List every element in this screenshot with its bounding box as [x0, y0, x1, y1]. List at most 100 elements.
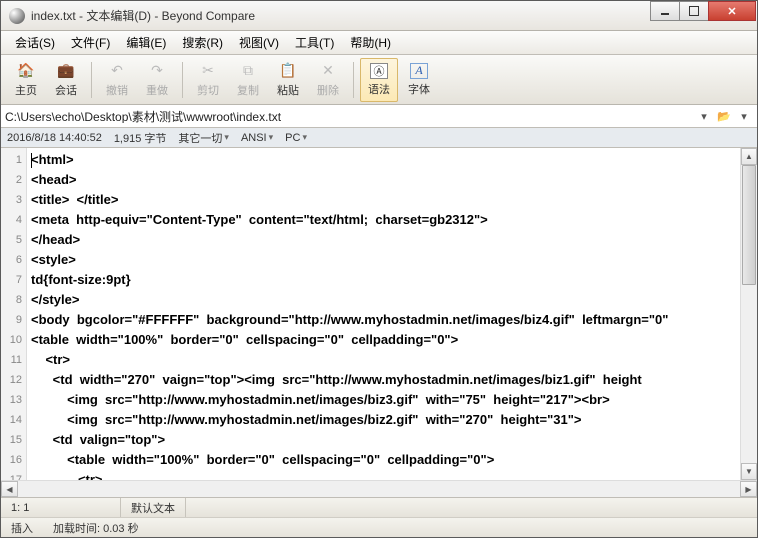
字体-icon: A [410, 63, 428, 79]
window-controls [651, 1, 756, 21]
会话-icon: 💼 [57, 62, 75, 80]
toolbar-separator [353, 62, 354, 98]
line-number: 16 [1, 450, 22, 470]
code-line[interactable]: <table width="100%" border="0" cellspaci… [31, 450, 753, 470]
删除-icon: ✕ [319, 62, 337, 80]
code-line[interactable]: </style> [31, 290, 753, 310]
toolbar-删除: ✕删除 [309, 58, 347, 102]
line-number: 3 [1, 190, 22, 210]
menu-视图v[interactable]: 视图(V) [231, 31, 287, 54]
code-line[interactable]: <td width="270" vaign="top"><img src="ht… [31, 370, 753, 390]
app-icon [9, 8, 25, 24]
code-line[interactable]: <meta http-equiv="Content-Type" content=… [31, 210, 753, 230]
toolbar-复制: ⧉ 复制 [229, 58, 267, 102]
line-gutter: 1234567891011121314151617 [1, 148, 27, 480]
cursor-position: 1: 1 [1, 498, 121, 517]
insert-mode: 插入 [11, 520, 33, 536]
app-window: index.txt - 文本编辑(D) - Beyond Compare 会话(… [0, 0, 758, 538]
path-dropdown-button[interactable]: ▾ [695, 107, 713, 125]
minimize-button[interactable] [650, 1, 680, 21]
code-line[interactable]: td{font-size:9pt} [31, 270, 753, 290]
toolbar-剪切: ✂剪切 [189, 58, 227, 102]
toolbar-label: 复制 [237, 82, 259, 98]
line-number: 6 [1, 250, 22, 270]
code-line[interactable]: <style> [31, 250, 753, 270]
撤销-icon: ↶ [108, 62, 126, 80]
menu-文件f[interactable]: 文件(F) [63, 31, 118, 54]
toolbar: 🏠 主页 💼 会话 ↶ 撤销 ↷ 重做 ✂剪切 ⧉ 复制 📋 粘贴 ✕删除 Ⓐ 语法 A 字体 [1, 55, 757, 105]
encoding-combo[interactable]: 其它一切 [178, 130, 229, 146]
line-number: 7 [1, 270, 22, 290]
code-line[interactable]: <body bgcolor="#FFFFFF" background="http… [31, 310, 753, 330]
toolbar-label: 剪切 [197, 82, 219, 98]
status-bar-1: 1: 1 默认文本 [1, 497, 757, 517]
browse-button[interactable]: 📂 [715, 107, 733, 125]
scroll-down-button[interactable]: ▼ [741, 463, 757, 480]
file-datetime: 2016/8/18 14:40:52 [7, 132, 102, 144]
toolbar-label: 撤销 [106, 82, 128, 98]
主页-icon: 🏠 [17, 62, 35, 80]
toolbar-label: 粘贴 [277, 82, 299, 98]
menu-会话s[interactable]: 会话(S) [7, 31, 63, 54]
code-line[interactable]: </head> [31, 230, 753, 250]
menubar: 会话(S)文件(F)编辑(E)搜索(R)视图(V)工具(T)帮助(H) [1, 31, 757, 55]
toolbar-重做: ↷ 重做 [138, 58, 176, 102]
code-line[interactable]: <title> </title> [31, 190, 753, 210]
code-line[interactable]: <table width="100%" border="0" cellspaci… [31, 330, 753, 350]
code-line[interactable]: <html> [31, 150, 753, 170]
toolbar-撤销: ↶ 撤销 [98, 58, 136, 102]
toolbar-separator [91, 62, 92, 98]
code-content[interactable]: <html><head><title> </title><meta http-e… [27, 148, 757, 480]
editor-area: 1234567891011121314151617 <html><head><t… [1, 148, 757, 480]
code-line[interactable]: <td valign="top"> [31, 430, 753, 450]
scroll-left-button[interactable]: ◀ [1, 481, 18, 497]
code-line[interactable]: <img src="http://www.myhostadmin.net/ima… [31, 410, 753, 430]
scroll-thumb-v[interactable] [742, 165, 756, 285]
titlebar: index.txt - 文本编辑(D) - Beyond Compare [1, 1, 757, 31]
status-bar-2: 插入 加载时间: 0.03 秒 [1, 517, 757, 537]
line-number: 10 [1, 330, 22, 350]
menu-搜索r[interactable]: 搜索(R) [174, 31, 231, 54]
maximize-button[interactable] [679, 1, 709, 21]
toolbar-label: 会话 [55, 82, 77, 98]
close-button[interactable] [708, 1, 756, 21]
toolbar-label: 重做 [146, 82, 168, 98]
code-line[interactable]: <img src="http://www.myhostadmin.net/ima… [31, 390, 753, 410]
toolbar-label: 语法 [368, 81, 390, 97]
scroll-right-button[interactable]: ▶ [740, 481, 757, 497]
path-input[interactable] [5, 109, 693, 123]
file-size: 1,915 字节 [114, 130, 167, 146]
menu-帮助h[interactable]: 帮助(H) [342, 31, 399, 54]
lineend-combo[interactable]: PC [285, 132, 307, 144]
load-time: 加载时间: 0.03 秒 [53, 520, 139, 536]
code-line[interactable]: <tr> [31, 470, 753, 480]
toolbar-语法[interactable]: Ⓐ 语法 [360, 58, 398, 102]
toolbar-separator [182, 62, 183, 98]
toolbar-主页[interactable]: 🏠 主页 [7, 58, 45, 102]
toolbar-label: 字体 [408, 81, 430, 97]
line-number: 4 [1, 210, 22, 230]
粘贴-icon: 📋 [279, 62, 297, 80]
scroll-track-h[interactable] [18, 481, 740, 497]
history-dropdown[interactable]: ▾ [735, 107, 753, 125]
vertical-scrollbar[interactable]: ▲ ▼ [740, 148, 757, 480]
toolbar-会话[interactable]: 💼 会话 [47, 58, 85, 102]
charset-combo[interactable]: ANSI [241, 132, 273, 144]
重做-icon: ↷ [148, 62, 166, 80]
scroll-up-button[interactable]: ▲ [741, 148, 757, 165]
window-title: index.txt - 文本编辑(D) - Beyond Compare [31, 7, 651, 24]
语法-icon: Ⓐ [370, 63, 388, 79]
horizontal-scrollbar[interactable]: ◀ ▶ [1, 480, 757, 497]
menu-工具t[interactable]: 工具(T) [287, 31, 342, 54]
line-number: 17 [1, 470, 22, 480]
toolbar-字体[interactable]: A 字体 [400, 58, 438, 102]
toolbar-粘贴[interactable]: 📋 粘贴 [269, 58, 307, 102]
line-number: 8 [1, 290, 22, 310]
code-line[interactable]: <head> [31, 170, 753, 190]
复制-icon: ⧉ [239, 62, 257, 80]
toolbar-label: 主页 [15, 82, 37, 98]
file-info-bar: 2016/8/18 14:40:52 1,915 字节 其它一切 ANSI PC [1, 128, 757, 148]
line-number: 15 [1, 430, 22, 450]
menu-编辑e[interactable]: 编辑(E) [118, 31, 174, 54]
code-line[interactable]: <tr> [31, 350, 753, 370]
